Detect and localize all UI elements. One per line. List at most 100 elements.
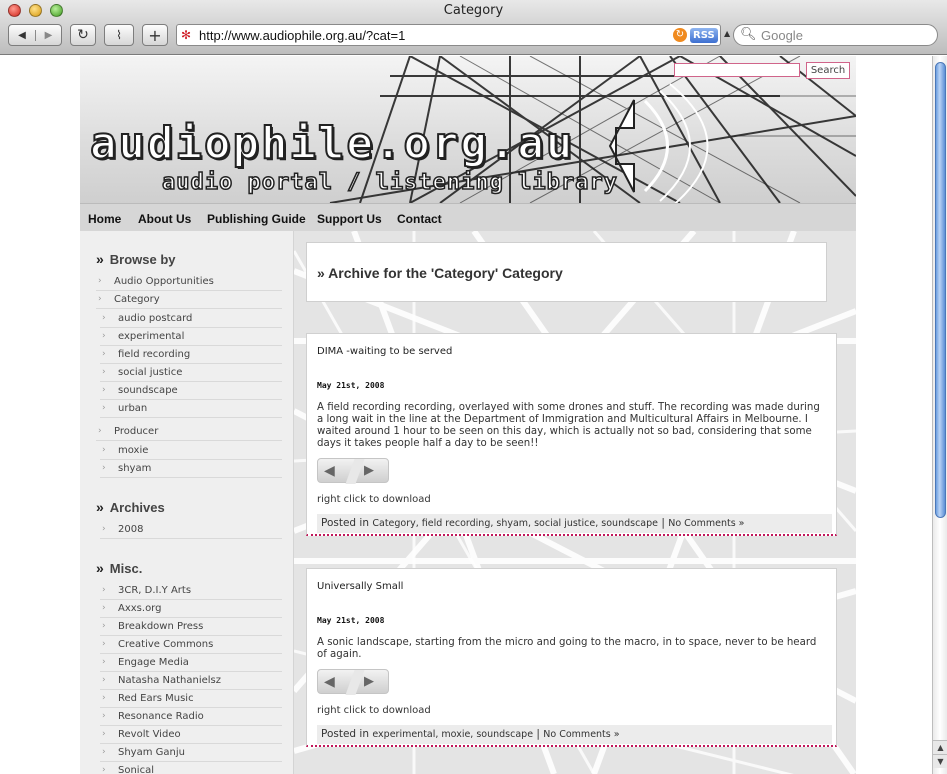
archives-heading: » Archives xyxy=(96,499,165,515)
sidebar-item-producer[interactable]: › Producer xyxy=(96,423,282,441)
chevron-right-icon: › xyxy=(102,463,106,473)
reload-icon: ↻ xyxy=(77,27,89,43)
snapback-button[interactable]: ⌇ xyxy=(104,24,134,46)
sidebar-item-moxie[interactable]: › moxie xyxy=(100,442,282,460)
comments-link[interactable]: No Comments » xyxy=(668,518,744,529)
browse-by-label: Browse by xyxy=(109,252,176,267)
sidebar-link-resonance-radio[interactable]: › Resonance Radio xyxy=(100,708,282,726)
nav-support-us[interactable]: Support Us xyxy=(317,212,382,226)
sidebar-link-engage-media[interactable]: › Engage Media xyxy=(100,654,282,672)
download-hint: right click to download xyxy=(317,705,431,716)
chevron-right-icon: › xyxy=(98,276,102,286)
sidebar-item-label: Sonical xyxy=(118,765,154,774)
comments-link[interactable]: No Comments » xyxy=(543,729,619,740)
archive-title-text: Archive for the 'Category' Category xyxy=(328,265,563,281)
sidebar-link-natasha-nathanielsz[interactable]: › Natasha Nathanielsz xyxy=(100,672,282,690)
sidebar-item-experimental[interactable]: › experimental xyxy=(100,328,282,346)
post-title[interactable]: Universally Small xyxy=(317,581,403,592)
sidebar-item-label: field recording xyxy=(118,349,191,360)
sidebar-item-audio-postcard[interactable]: › audio postcard xyxy=(100,310,282,328)
volume-icon[interactable]: ◀ xyxy=(324,463,335,479)
google-search-field[interactable]: 🔍︎ Google xyxy=(733,24,938,46)
meta-separator: | xyxy=(536,728,540,740)
sidebar-item-label: experimental xyxy=(118,331,185,342)
sidebar-item-audio-opportunities[interactable]: › Audio Opportunities xyxy=(96,273,282,291)
sidebar-item-category[interactable]: › Category xyxy=(96,291,282,309)
post-body: A field recording recording, overlayed w… xyxy=(317,402,820,449)
nav-contact[interactable]: Contact xyxy=(397,212,442,226)
address-dropdown-icon[interactable]: ▲ xyxy=(724,29,730,38)
post-title[interactable]: DIMA -waiting to be served xyxy=(317,346,452,357)
chevron-right-icon: › xyxy=(102,675,106,685)
sidebar-item-soundscape[interactable]: › soundscape xyxy=(100,382,282,400)
address-bar[interactable]: ✻ http://www.audiophile.org.au/?cat=1 ↻ … xyxy=(176,24,721,46)
scrollbar-thumb[interactable] xyxy=(935,62,946,518)
sidebar-link-sonical[interactable]: › Sonical xyxy=(100,762,282,774)
chevron-right-icon: › xyxy=(102,657,106,667)
vertical-scrollbar[interactable]: ▲ ▼ xyxy=(932,56,947,774)
nav-home[interactable]: Home xyxy=(88,212,121,226)
archive-title: » Archive for the 'Category' Category xyxy=(317,265,563,281)
browser-toolbar: Category ◀ ▶ ↻ ⌇ + ✻ http://www.audiophi… xyxy=(0,0,947,55)
volume-icon[interactable]: ◀ xyxy=(324,674,335,690)
play-icon[interactable]: ▶ xyxy=(364,463,374,478)
scroll-up-arrow-icon[interactable]: ▲ xyxy=(933,740,947,754)
browse-by-heading: » Browse by xyxy=(96,251,176,267)
sidebar-item-label: Creative Commons xyxy=(118,639,214,650)
chevron-right-icon: › xyxy=(102,621,106,631)
double-chevron-icon: » xyxy=(317,265,329,281)
site-header: audiophile.org.au audio portal / listeni… xyxy=(80,56,856,203)
forward-arrow-icon[interactable]: ▶ xyxy=(35,29,61,41)
post-meta: Posted in Category, field recording, shy… xyxy=(317,514,832,533)
sidebar-item-label: social justice xyxy=(118,367,183,378)
sidebar-item-label: Natasha Nathanielsz xyxy=(118,675,222,686)
sidebar-link-axxs[interactable]: › Axxs.org xyxy=(100,600,282,618)
post-categories-links[interactable]: experimental, moxie, soundscape xyxy=(372,729,533,740)
sidebar-item-label: audio postcard xyxy=(118,313,193,324)
chevron-right-icon: › xyxy=(102,313,106,323)
site-search-button[interactable]: Search xyxy=(806,62,850,79)
audio-player[interactable]: ◀ ▶ xyxy=(317,458,389,484)
nav-publishing-guide[interactable]: Publishing Guide xyxy=(207,212,306,226)
sidebar-item-urban[interactable]: › urban xyxy=(100,400,282,418)
refresh-icon[interactable]: ↻ xyxy=(673,28,687,42)
chevron-right-icon: › xyxy=(102,693,106,703)
site-search-input[interactable] xyxy=(674,63,800,77)
sidebar-link-revolt-video[interactable]: › Revolt Video xyxy=(100,726,282,744)
rss-button[interactable]: RSS xyxy=(690,28,718,43)
archive-header-box: » Archive for the 'Category' Category xyxy=(306,242,827,302)
sidebar-link-creative-commons[interactable]: › Creative Commons xyxy=(100,636,282,654)
reload-button[interactable]: ↻ xyxy=(70,24,96,46)
chevron-right-icon: › xyxy=(102,331,106,341)
sidebar-link-3cr[interactable]: › 3CR, D.I.Y Arts xyxy=(100,582,282,600)
scroll-down-arrow-icon[interactable]: ▼ xyxy=(933,754,947,768)
play-icon[interactable]: ▶ xyxy=(364,674,374,689)
sidebar-item-label: Shyam Ganju xyxy=(118,747,185,758)
audio-player[interactable]: ◀ ▶ xyxy=(317,669,389,695)
sidebar-item-shyam[interactable]: › shyam xyxy=(100,460,282,478)
meta-separator: | xyxy=(661,517,665,529)
sidebar-link-red-ears-music[interactable]: › Red Ears Music xyxy=(100,690,282,708)
back-arrow-icon[interactable]: ◀ xyxy=(9,30,35,41)
posted-in-label: Posted in xyxy=(321,517,370,529)
download-hint: right click to download xyxy=(317,494,431,505)
sidebar-item-label: Engage Media xyxy=(118,657,189,668)
sidebar-item-2008[interactable]: › 2008 xyxy=(100,521,282,539)
add-bookmark-button[interactable]: + xyxy=(142,24,168,46)
web-page: audiophile.org.au audio portal / listeni… xyxy=(80,56,856,774)
sidebar-item-label: soundscape xyxy=(118,385,178,396)
post-dima: DIMA -waiting to be served May 21st, 200… xyxy=(306,333,837,536)
sidebar-item-label: Axxs.org xyxy=(118,603,162,614)
site-logo-title[interactable]: audiophile.org.au xyxy=(89,117,574,170)
post-meta: Posted in experimental, moxie, soundscap… xyxy=(317,725,832,744)
sidebar-link-shyam-ganju[interactable]: › Shyam Ganju xyxy=(100,744,282,762)
sidebar-item-label: 3CR, D.I.Y Arts xyxy=(118,585,192,596)
post-categories-links[interactable]: Category, field recording, shyam, social… xyxy=(372,518,658,529)
chevron-right-icon: › xyxy=(102,403,106,413)
sidebar-link-breakdown-press[interactable]: › Breakdown Press xyxy=(100,618,282,636)
address-bar-url[interactable]: http://www.audiophile.org.au/?cat=1 xyxy=(199,28,405,43)
snapback-icon: ⌇ xyxy=(116,28,122,42)
sidebar-item-social-justice[interactable]: › social justice xyxy=(100,364,282,382)
nav-about-us[interactable]: About Us xyxy=(138,212,191,226)
sidebar-item-field-recording[interactable]: › field recording xyxy=(100,346,282,364)
